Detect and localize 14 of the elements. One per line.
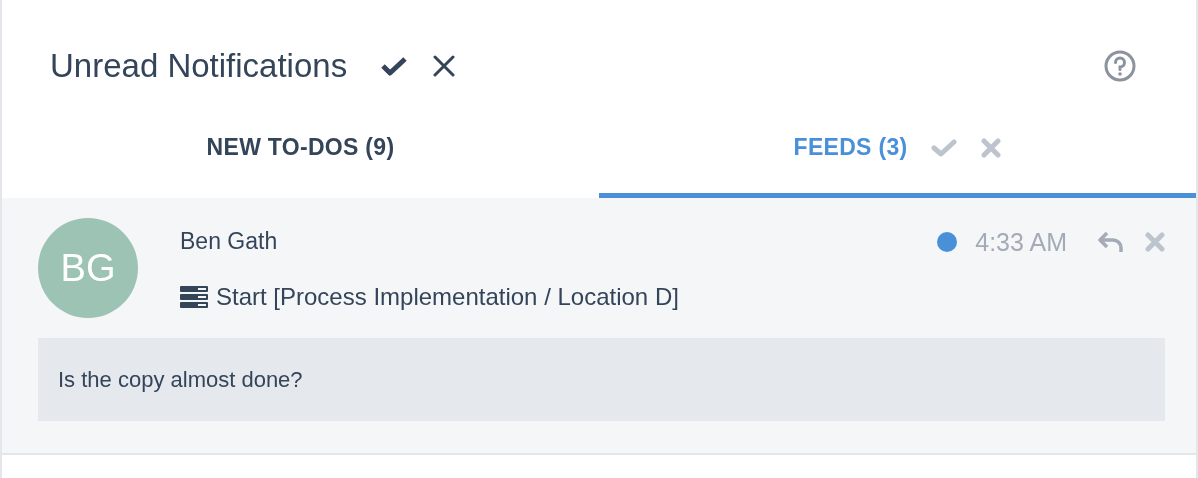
help-icon[interactable]: [1104, 50, 1136, 82]
tab[interactable]: NEW TO-DOS (9): [2, 102, 599, 198]
author-name: Ben Gath: [180, 228, 279, 255]
check-icon[interactable]: [381, 56, 408, 76]
panel-title: Unread Notifications: [50, 47, 348, 85]
reply-icon[interactable]: [1097, 230, 1125, 254]
message-bubble: Is the copy almost done?: [38, 338, 1165, 421]
stack-icon: [180, 286, 208, 308]
close-icon[interactable]: [433, 55, 456, 77]
notification-card[interactable]: BG Ben Gath Start [Process Implementation / Location D] 4:33 AM Is the copy almost done?: [2, 198, 1196, 455]
check-icon[interactable]: [931, 137, 958, 158]
timestamp: 4:33 AM: [975, 227, 1067, 257]
task-link[interactable]: Start [Process Implementation / Location D]: [216, 283, 679, 311]
avatar: BG: [38, 218, 138, 318]
